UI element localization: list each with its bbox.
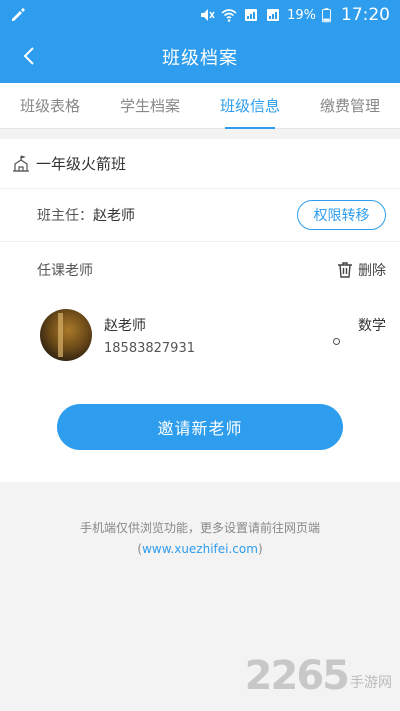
chevron-left-icon[interactable]: [18, 44, 42, 68]
head-teacher-row: 班主任： 赵老师 权限转移: [0, 189, 400, 242]
class-name-row: 一年级火箭班: [0, 139, 400, 189]
tab-class-info[interactable]: 班级信息: [200, 83, 300, 129]
class-info-card: 一年级火箭班 班主任： 赵老师 权限转移 任课老师 删除 赵老师 1858382…: [0, 139, 400, 482]
clock: 17:20: [341, 5, 390, 25]
mute-icon: [201, 9, 215, 21]
head-teacher-label: 班主任：: [37, 208, 93, 224]
teachers-label: 任课老师: [37, 263, 93, 279]
avatar: [40, 309, 92, 361]
tab-class-table[interactable]: 班级表格: [0, 83, 100, 128]
status-bar: 19% 17:20: [0, 0, 400, 30]
tab-fee-management[interactable]: 缴费管理: [300, 83, 400, 128]
select-radio[interactable]: [333, 338, 340, 345]
transfer-permission-button[interactable]: 权限转移: [297, 200, 386, 230]
teacher-list-item[interactable]: 赵老师 18583827931 数学: [0, 307, 400, 367]
footer-link-close: ): [257, 542, 263, 556]
footer-link-line: (www.xuezhifei.com): [0, 539, 400, 560]
watermark-text: 手游网: [350, 675, 392, 691]
invite-teacher-button[interactable]: 邀请新老师: [57, 404, 343, 450]
website-link[interactable]: www.xuezhifei.com: [142, 542, 258, 556]
head-teacher-name: 赵老师: [93, 208, 135, 224]
edit-icon: [12, 8, 25, 21]
footer-text: 手机端仅供浏览功能，更多设置请前往网页端: [79, 521, 320, 535]
page-title: 班级档案: [162, 47, 238, 69]
delete-label: 删除: [358, 263, 386, 279]
wifi-icon: [221, 9, 237, 22]
class-name: 一年级火箭班: [36, 155, 127, 173]
battery-percent: 19%: [287, 7, 316, 23]
teacher-phone: 18583827931: [104, 341, 195, 356]
teachers-header: 任课老师 删除: [0, 242, 400, 298]
battery-icon: [322, 8, 331, 23]
footer-note: 手机端仅供浏览功能，更多设置请前往网页端 (www.xuezhifei.com): [0, 518, 400, 560]
tab-bar: 班级表格 学生档案 班级信息 缴费管理: [0, 83, 400, 129]
teacher-name: 赵老师: [104, 318, 146, 334]
sim2-icon: [267, 9, 280, 21]
title-bar: 班级档案: [0, 30, 400, 83]
trash-icon: [338, 262, 352, 278]
teacher-subject: 数学: [358, 318, 386, 334]
watermark-logo: 2265 手游网: [245, 656, 392, 696]
delete-button[interactable]: 删除: [336, 260, 386, 280]
tab-student-files[interactable]: 学生档案: [100, 83, 200, 128]
school-icon: [13, 154, 29, 172]
watermark-number: 2265: [244, 653, 350, 699]
sim1-icon: [245, 9, 258, 21]
